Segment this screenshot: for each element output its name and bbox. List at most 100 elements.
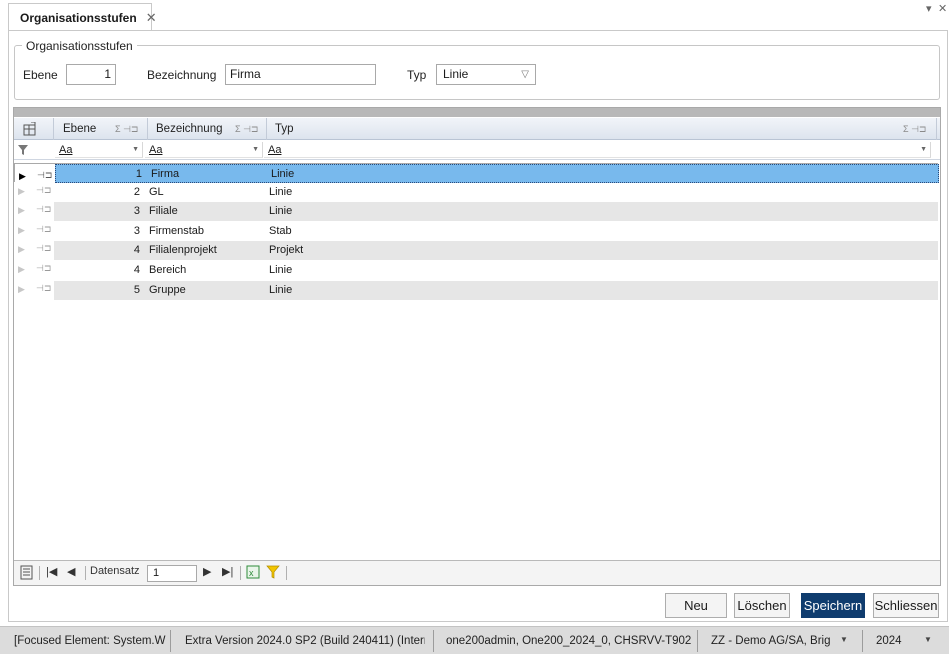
cell-bezeichnung[interactable]: Bereich bbox=[144, 261, 263, 280]
cell-typ[interactable]: Projekt bbox=[264, 241, 924, 260]
cell-ebene[interactable]: 2 bbox=[54, 183, 145, 202]
cell-bezeichnung[interactable]: Filialenprojekt bbox=[144, 241, 263, 260]
cell-bezeichnung[interactable]: GL bbox=[144, 183, 263, 202]
row-indicator[interactable]: ▶ ⊣⊐ bbox=[14, 182, 54, 202]
cell-ebene[interactable]: 3 bbox=[54, 222, 145, 241]
divider bbox=[240, 566, 241, 580]
table-row[interactable]: ▶ ⊣⊐ 5 Gruppe Linie bbox=[14, 280, 938, 300]
sum-pin-icon[interactable]: Σ ⊣⊐ bbox=[235, 118, 258, 140]
column-header-typ[interactable]: Typ Σ ⊣⊐ bbox=[267, 118, 937, 140]
filter-icon[interactable] bbox=[14, 142, 54, 158]
column-header-label: Ebene bbox=[63, 123, 97, 135]
cell-typ[interactable]: Linie bbox=[264, 281, 924, 300]
status-year-select[interactable]: 2024 bbox=[876, 627, 916, 654]
column-header-ebene[interactable]: Ebene Σ ⊣⊐ bbox=[55, 118, 148, 140]
tab-title: Organisationsstufen bbox=[20, 10, 137, 25]
row-indicator[interactable]: ▶ ⊣⊐ bbox=[14, 280, 54, 300]
chevron-down-icon[interactable]: ▼ bbox=[924, 627, 932, 653]
row-indicator-icon: ▶ bbox=[18, 185, 25, 196]
table-row[interactable]: ▶ ⊣⊐ 4 Filialenprojekt Projekt bbox=[14, 241, 938, 261]
organisationsstufen-grid: Ebene Σ ⊣⊐ Bezeichnung Σ ⊣⊐ Typ Σ ⊣⊐ Aa … bbox=[13, 107, 941, 586]
pin-icon[interactable]: ⊣⊐ bbox=[36, 283, 51, 294]
filter-typ[interactable]: Aa ▼ bbox=[264, 142, 931, 158]
divider bbox=[286, 566, 287, 580]
window-close-icon[interactable]: ✕ bbox=[938, 2, 947, 15]
pin-icon[interactable]: ⊣⊐ bbox=[36, 263, 51, 274]
previous-record-icon[interactable]: ◀ bbox=[67, 565, 75, 578]
row-indicator-icon: ▶ bbox=[18, 283, 25, 294]
status-bar: [Focused Element: System.Wi Extra Versio… bbox=[0, 626, 949, 654]
list-icon bbox=[20, 565, 33, 580]
bezeichnung-field[interactable]: Firma bbox=[225, 64, 376, 85]
bezeichnung-label: Bezeichnung bbox=[147, 68, 217, 82]
row-indicator[interactable]: ▶ ⊣⊐ bbox=[14, 261, 54, 280]
cell-bezeichnung[interactable]: Firmenstab bbox=[144, 222, 263, 241]
close-button[interactable]: Schliessen bbox=[873, 593, 939, 618]
last-record-icon[interactable]: ▶| bbox=[222, 565, 233, 578]
cell-typ[interactable]: Linie bbox=[264, 202, 924, 221]
new-button[interactable]: Neu bbox=[665, 593, 727, 618]
divider bbox=[39, 566, 40, 580]
cell-typ[interactable]: Linie bbox=[264, 183, 924, 202]
column-header-bezeichnung[interactable]: Bezeichnung Σ ⊣⊐ bbox=[148, 118, 267, 140]
typ-label: Typ bbox=[407, 68, 427, 82]
cell-ebene[interactable]: 3 bbox=[54, 202, 145, 221]
table-row[interactable]: ▶ ⊣⊐ 2 GL Linie bbox=[14, 182, 938, 202]
cell-typ[interactable]: Linie bbox=[264, 261, 924, 280]
record-number-input[interactable]: 1 bbox=[147, 565, 197, 582]
cell-ebene[interactable]: 4 bbox=[54, 261, 145, 280]
groupbox-title: Organisationsstufen bbox=[22, 39, 137, 53]
typ-select[interactable]: Linie ▽ bbox=[436, 64, 536, 85]
cell-ebene[interactable]: 4 bbox=[54, 241, 145, 260]
pin-icon[interactable]: ⊣⊐ bbox=[36, 204, 51, 215]
chevron-down-icon: ▼ bbox=[132, 146, 139, 153]
cell-bezeichnung[interactable]: Filiale bbox=[144, 202, 263, 221]
column-chooser-button[interactable] bbox=[14, 118, 54, 140]
cell-ebene[interactable]: 1 bbox=[56, 165, 147, 184]
chevron-down-icon[interactable]: ▾ bbox=[926, 2, 932, 15]
tab-strip: Organisationsstufen ✕ ▾ ✕ bbox=[0, 0, 949, 31]
next-record-icon[interactable]: ▶ bbox=[203, 565, 211, 578]
cell-typ[interactable]: Linie bbox=[266, 165, 926, 184]
pin-icon[interactable]: ⊣⊐ bbox=[36, 224, 51, 235]
table-row[interactable]: ▶ ⊣⊐ 4 Bereich Linie bbox=[14, 261, 938, 280]
filter-ebene[interactable]: Aa ▼ bbox=[55, 142, 143, 158]
cell-ebene[interactable]: 5 bbox=[54, 281, 145, 300]
pin-icon[interactable]: ⊣⊐ bbox=[36, 243, 51, 254]
cell-typ[interactable]: Stab bbox=[264, 222, 924, 241]
row-cells: 1 Firma Linie bbox=[55, 164, 939, 183]
filter-bezeichnung[interactable]: Aa ▼ bbox=[145, 142, 263, 158]
close-icon[interactable]: ✕ bbox=[146, 10, 157, 26]
chevron-down-icon[interactable]: ▼ bbox=[840, 627, 848, 653]
sum-pin-icon[interactable]: Σ ⊣⊐ bbox=[903, 118, 926, 140]
row-cells: 3 Firmenstab Stab bbox=[54, 221, 938, 241]
cell-bezeichnung[interactable]: Gruppe bbox=[144, 281, 263, 300]
navigator-menu-icon[interactable] bbox=[20, 565, 33, 583]
row-indicator[interactable]: ▶ ⊣⊐ bbox=[14, 202, 54, 222]
row-indicator-icon: ▶ bbox=[18, 264, 25, 274]
row-indicator[interactable]: ▶ ⊣⊐ bbox=[14, 221, 54, 241]
table-row[interactable]: ▶ ⊣⊐ 1 Firma Linie bbox=[14, 163, 939, 183]
funnel-icon bbox=[266, 565, 280, 579]
delete-button[interactable]: Löschen bbox=[734, 593, 790, 618]
pin-icon[interactable]: ⊣⊐ bbox=[36, 185, 51, 196]
excel-export-icon[interactable]: x bbox=[246, 565, 260, 582]
save-button[interactable]: Speichern bbox=[801, 593, 865, 618]
divider bbox=[433, 630, 434, 652]
filter-operator: Aa bbox=[268, 144, 282, 156]
status-company-select[interactable]: ZZ - Demo AG/SA, Brig bbox=[711, 627, 831, 654]
ebene-field[interactable]: 1 bbox=[66, 64, 116, 85]
row-indicator[interactable]: ▶ ⊣⊐ bbox=[14, 241, 54, 261]
table-row[interactable]: ▶ ⊣⊐ 3 Firmenstab Stab bbox=[14, 221, 938, 241]
row-cells: 3 Filiale Linie bbox=[54, 202, 938, 222]
tab-organisationsstufen[interactable]: Organisationsstufen ✕ bbox=[8, 3, 157, 31]
cell-bezeichnung[interactable]: Firma bbox=[146, 165, 265, 184]
grid-filter-row: Aa ▼ Aa ▼ Aa ▼ bbox=[14, 140, 940, 160]
filter-operator: Aa bbox=[149, 144, 163, 156]
filter-operator: Aa bbox=[59, 144, 73, 156]
first-record-icon[interactable]: |◀ bbox=[46, 565, 57, 578]
filter-clear-icon[interactable] bbox=[266, 565, 280, 583]
table-row[interactable]: ▶ ⊣⊐ 3 Filiale Linie bbox=[14, 202, 938, 222]
sum-pin-icon[interactable]: Σ ⊣⊐ bbox=[115, 118, 138, 140]
row-indicator[interactable]: ▶ ⊣⊐ bbox=[15, 164, 55, 183]
